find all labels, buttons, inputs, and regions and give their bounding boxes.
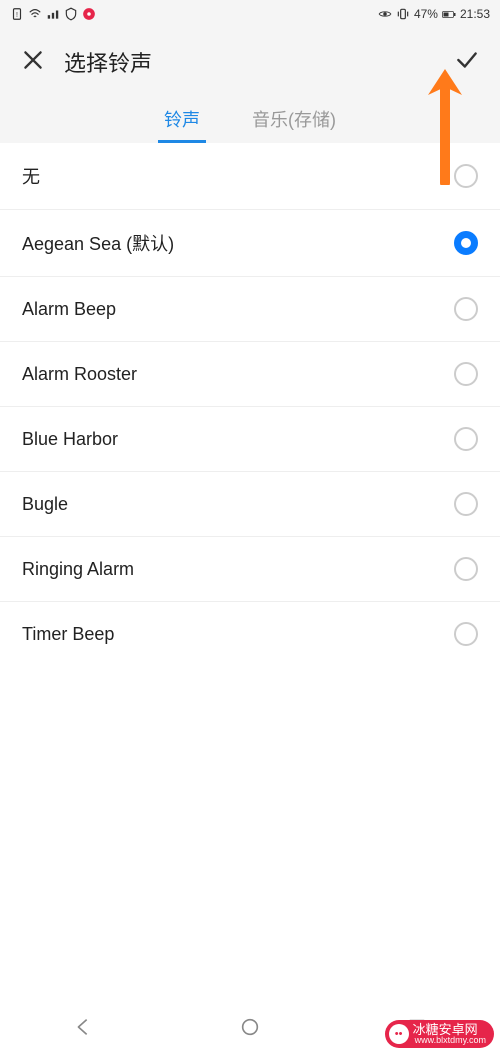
page-title: 选择铃声 xyxy=(64,46,152,78)
eye-icon xyxy=(378,7,392,21)
list-item[interactable]: Bugle xyxy=(0,472,500,537)
radio-icon[interactable] xyxy=(454,492,478,516)
status-left: ! xyxy=(10,7,96,21)
list-item[interactable]: Alarm Beep xyxy=(0,277,500,342)
tab-ringtone[interactable]: 铃声 xyxy=(158,98,206,143)
confirm-icon[interactable] xyxy=(454,47,480,78)
clock-time: 21:53 xyxy=(460,7,490,21)
tabs: 铃声 音乐(存储) xyxy=(0,92,500,143)
ringtone-label: Bugle xyxy=(22,494,68,515)
ringtone-label: Alarm Beep xyxy=(22,299,116,320)
ringtone-label: Blue Harbor xyxy=(22,429,118,450)
radio-icon[interactable] xyxy=(454,427,478,451)
header: 选择铃声 xyxy=(0,28,500,92)
radio-icon[interactable] xyxy=(454,297,478,321)
battery-icon xyxy=(442,7,456,21)
status-bar: ! 47% 21:53 xyxy=(0,0,500,28)
status-right: 47% 21:53 xyxy=(378,7,490,21)
list-item[interactable]: Ringing Alarm xyxy=(0,537,500,602)
shield-icon xyxy=(64,7,78,21)
radio-icon[interactable] xyxy=(454,362,478,386)
ringtone-label: Aegean Sea (默认) xyxy=(22,230,174,256)
list-item[interactable]: Blue Harbor xyxy=(0,407,500,472)
radio-icon[interactable] xyxy=(454,622,478,646)
signal-icon xyxy=(46,7,60,21)
radio-icon[interactable] xyxy=(454,557,478,581)
nav-home-icon[interactable] xyxy=(239,1016,261,1043)
ringtone-label: Alarm Rooster xyxy=(22,364,137,385)
watermark-url: www.blxtdmy.com xyxy=(415,1036,486,1045)
tab-music[interactable]: 音乐(存储) xyxy=(246,98,342,143)
svg-text:!: ! xyxy=(16,12,18,19)
sim-icon: ! xyxy=(10,7,24,21)
list-item[interactable]: 无 xyxy=(0,143,500,210)
watermark-badge: •• 冰糖安卓网 www.blxtdmy.com xyxy=(385,1020,494,1048)
list-item[interactable]: Alarm Rooster xyxy=(0,342,500,407)
watermark: •• 冰糖安卓网 www.blxtdmy.com xyxy=(385,1020,494,1048)
battery-percent: 47% xyxy=(414,7,438,21)
radio-icon[interactable] xyxy=(454,231,478,255)
ringtone-label: Ringing Alarm xyxy=(22,559,134,580)
ringtone-list: 无 Aegean Sea (默认) Alarm Beep Alarm Roost… xyxy=(0,143,500,666)
list-item[interactable]: Timer Beep xyxy=(0,602,500,666)
nav-back-icon[interactable] xyxy=(72,1016,94,1043)
ringtone-label: 无 xyxy=(22,163,40,189)
close-icon[interactable] xyxy=(20,47,46,78)
watermark-logo-icon: •• xyxy=(389,1024,409,1044)
music-app-icon xyxy=(82,7,96,21)
vibrate-icon xyxy=(396,7,410,21)
list-item[interactable]: Aegean Sea (默认) xyxy=(0,210,500,277)
ringtone-label: Timer Beep xyxy=(22,624,114,645)
radio-icon[interactable] xyxy=(454,164,478,188)
wifi-icon xyxy=(28,7,42,21)
